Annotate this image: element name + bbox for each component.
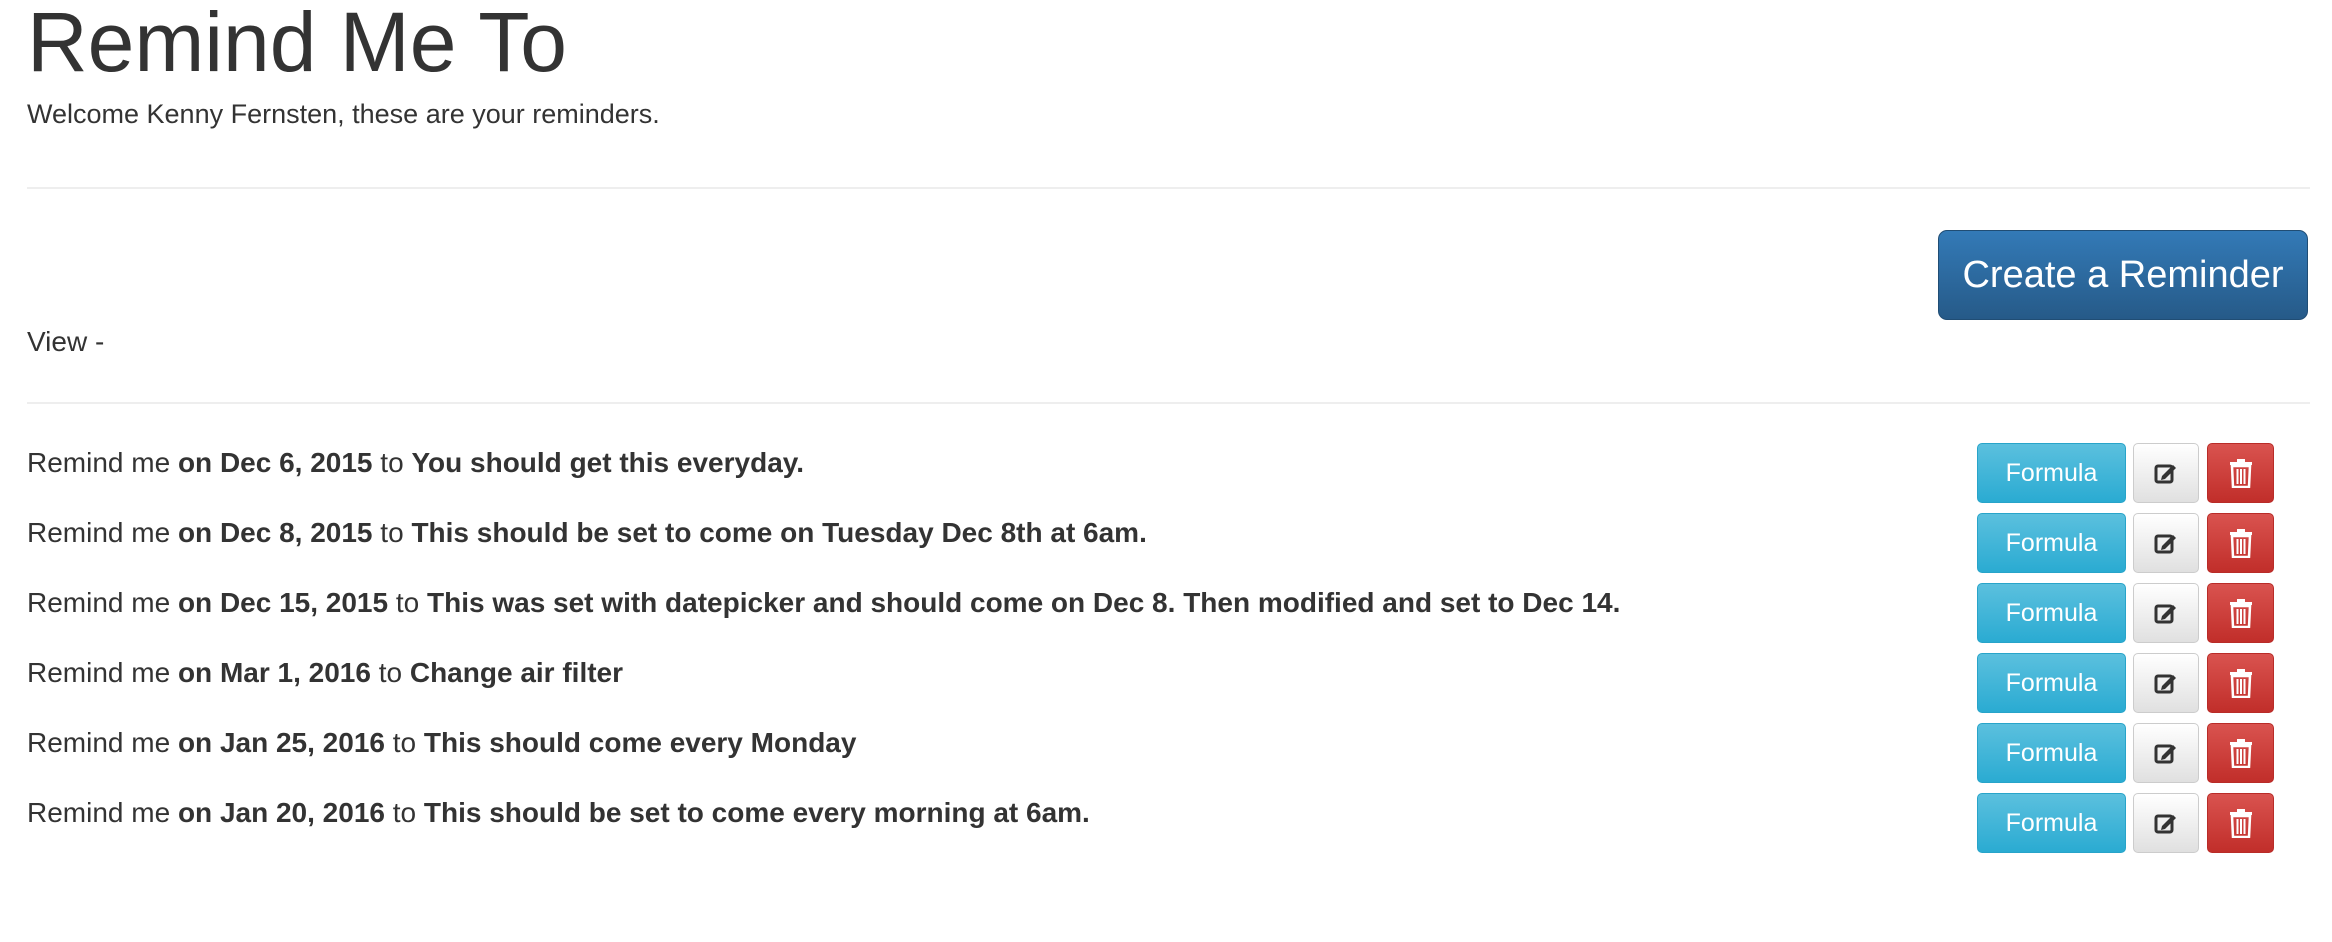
reminder-joiner: to — [392, 797, 417, 828]
formula-button[interactable]: Formula — [1977, 653, 2126, 713]
delete-button[interactable] — [2207, 793, 2274, 853]
delete-button[interactable] — [2207, 513, 2274, 573]
view-label: View - — [27, 326, 105, 357]
reminder-text: Remind me on Dec 15, 2015 to This was se… — [27, 585, 1620, 621]
edit-button[interactable] — [2133, 793, 2199, 853]
reminder-joiner: to — [392, 727, 417, 758]
reminder-task: This should be set to come every morning… — [423, 797, 1090, 828]
reminder-text: Remind me on Dec 6, 2015 to You should g… — [27, 445, 804, 481]
reminder-list: Remind me on Dec 6, 2015 to You should g… — [0, 440, 2332, 860]
reminder-row: Remind me on Dec 15, 2015 to This was se… — [0, 580, 2332, 650]
formula-button[interactable]: Formula — [1977, 723, 2126, 783]
list-divider — [27, 402, 2310, 404]
reminder-prefix: Remind me — [27, 657, 171, 688]
reminder-prefix: Remind me — [27, 447, 171, 478]
reminder-joiner: to — [378, 657, 403, 688]
edit-icon — [2154, 814, 2176, 834]
reminder-date: on Jan 20, 2016 — [177, 797, 385, 828]
edit-button[interactable] — [2133, 723, 2199, 783]
delete-button[interactable] — [2207, 443, 2274, 503]
trash-icon — [2229, 599, 2252, 628]
reminder-date: on Dec 15, 2015 — [177, 587, 389, 618]
reminder-task: This was set with datepicker and should … — [427, 587, 1621, 618]
edit-icon — [2154, 744, 2176, 764]
reminder-text: Remind me on Dec 8, 2015 to This should … — [27, 515, 1147, 551]
reminder-joiner: to — [395, 587, 420, 618]
reminder-text: Remind me on Mar 1, 2016 to Change air f… — [27, 655, 623, 691]
trash-icon — [2229, 459, 2252, 488]
trash-icon — [2229, 669, 2252, 698]
reminder-row: Remind me on Mar 1, 2016 to Change air f… — [0, 650, 2332, 720]
reminder-row: Remind me on Dec 6, 2015 to You should g… — [0, 440, 2332, 510]
create-reminder-button[interactable]: Create a Reminder — [1938, 230, 2308, 320]
delete-button[interactable] — [2207, 653, 2274, 713]
reminder-task: This should be set to come on Tuesday De… — [411, 517, 1147, 548]
reminder-prefix: Remind me — [27, 797, 171, 828]
reminder-task: Change air filter — [409, 657, 624, 688]
reminder-date: on Dec 6, 2015 — [177, 447, 373, 478]
edit-button[interactable] — [2133, 583, 2199, 643]
delete-button[interactable] — [2207, 583, 2274, 643]
formula-button[interactable]: Formula — [1977, 513, 2126, 573]
page-title: Remind Me To — [27, 0, 568, 89]
reminder-prefix: Remind me — [27, 517, 171, 548]
reminder-prefix: Remind me — [27, 587, 171, 618]
trash-icon — [2229, 809, 2252, 838]
formula-button[interactable]: Formula — [1977, 793, 2126, 853]
edit-button[interactable] — [2133, 653, 2199, 713]
reminder-prefix: Remind me — [27, 727, 171, 758]
edit-button[interactable] — [2133, 513, 2199, 573]
reminder-text: Remind me on Jan 20, 2016 to This should… — [27, 795, 1090, 831]
edit-icon — [2154, 674, 2176, 694]
reminder-date: on Mar 1, 2016 — [177, 657, 371, 688]
welcome-message: Welcome Kenny Fernsten, these are your r… — [27, 99, 660, 129]
formula-button[interactable]: Formula — [1977, 443, 2126, 503]
trash-icon — [2229, 529, 2252, 558]
edit-icon — [2154, 534, 2176, 554]
reminder-task: You should get this everyday. — [411, 447, 805, 478]
reminder-text: Remind me on Jan 25, 2016 to This should… — [27, 725, 856, 761]
page: Remind Me To Welcome Kenny Fernsten, the… — [0, 0, 2332, 942]
delete-button[interactable] — [2207, 723, 2274, 783]
reminder-date: on Dec 8, 2015 — [177, 517, 373, 548]
trash-icon — [2229, 739, 2252, 768]
edit-button[interactable] — [2133, 443, 2199, 503]
reminder-date: on Jan 25, 2016 — [177, 727, 385, 758]
edit-icon — [2154, 604, 2176, 624]
reminder-joiner: to — [380, 517, 404, 548]
reminder-row: Remind me on Jan 25, 2016 to This should… — [0, 720, 2332, 790]
reminder-row: Remind me on Jan 20, 2016 to This should… — [0, 790, 2332, 860]
formula-button[interactable]: Formula — [1977, 583, 2126, 643]
reminder-task: This should come every Monday — [423, 727, 857, 758]
reminder-joiner: to — [380, 447, 404, 478]
header-divider — [27, 187, 2310, 189]
edit-icon — [2154, 464, 2176, 484]
reminder-row: Remind me on Dec 8, 2015 to This should … — [0, 510, 2332, 580]
